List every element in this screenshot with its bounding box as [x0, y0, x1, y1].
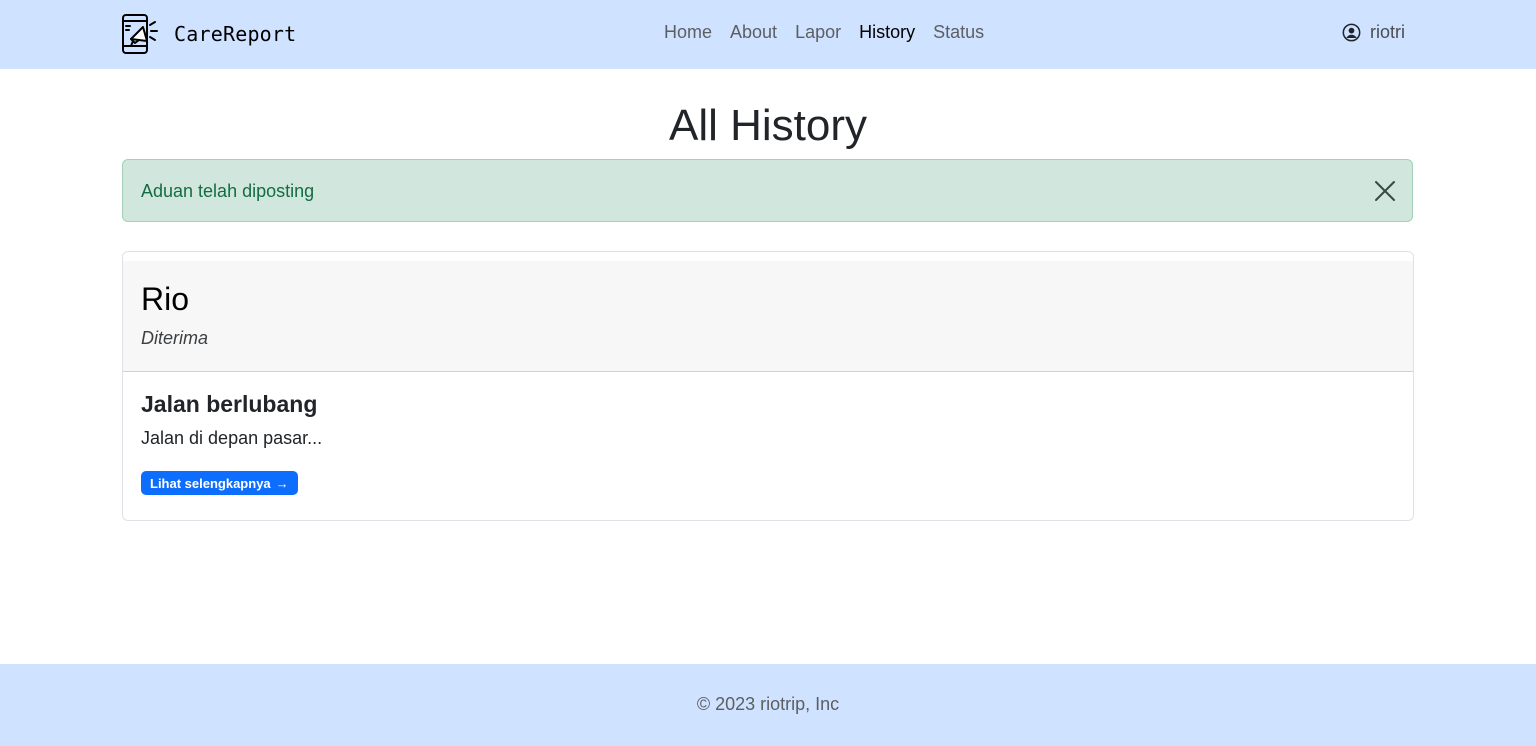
nav-link-history[interactable]: History — [859, 22, 915, 43]
alert-message: Aduan telah diposting — [141, 181, 315, 201]
close-icon — [1375, 181, 1395, 201]
card-header: Rio Diterima — [123, 261, 1413, 372]
nav-links: Home About Lapor History Status — [664, 22, 984, 43]
nav-link-home[interactable]: Home — [664, 22, 712, 43]
megaphone-phone-logo-icon — [122, 14, 158, 54]
page-title: All History — [668, 101, 868, 150]
navbar: CareReport Home About Lapor History Stat… — [0, 0, 1536, 69]
arrow-right-icon: → — [275, 475, 289, 491]
footer: © 2023 riotrip, Inc — [0, 664, 1536, 746]
report-title: Jalan berlubang — [141, 391, 318, 417]
brand-link[interactable]: CareReport — [121, 13, 296, 55]
read-more-button[interactable]: Lihat selengkapnya → — [141, 471, 298, 495]
success-alert: Aduan telah diposting — [122, 159, 1413, 222]
nav-link-status[interactable]: Status — [933, 22, 984, 43]
brand-name: CareReport — [174, 22, 297, 46]
nav-link-about[interactable]: About — [730, 22, 777, 43]
reporter-name: Rio — [141, 281, 190, 317]
alert-close-button[interactable] — [1374, 180, 1396, 202]
read-more-label: Lihat selengkapnya — [150, 475, 271, 491]
report-status: Diterima — [141, 328, 209, 348]
history-card: Rio Diterima Jalan berlubang Jalan di de… — [122, 251, 1414, 521]
footer-copyright: © 2023 riotrip, Inc — [696, 694, 840, 714]
nav-link-lapor[interactable]: Lapor — [795, 22, 841, 43]
user-circle-icon — [1342, 23, 1361, 42]
report-excerpt: Jalan di depan pasar... — [141, 428, 323, 448]
user-name: riotri — [1370, 22, 1405, 42]
user-menu[interactable]: riotri — [1342, 22, 1405, 43]
